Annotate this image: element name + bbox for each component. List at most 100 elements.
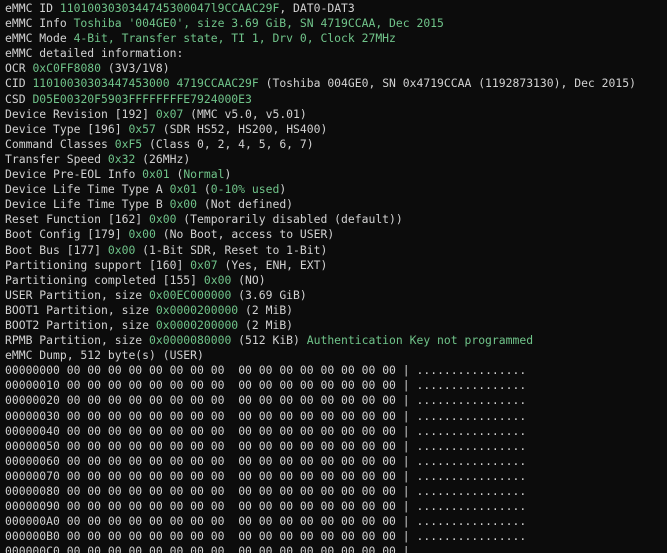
label-text: Command Classes	[5, 136, 115, 151]
output-line: eMMC ID 1101003030344745300047l9CCAAC29F…	[5, 1, 667, 16]
output-line: Device Life Time Type A 0x01 (0-10% used…	[5, 182, 667, 197]
label-text: BOOT2 Partition, size	[5, 317, 156, 332]
label-text: Device Revision [192]	[5, 106, 156, 121]
value-text: 0x00	[169, 197, 198, 212]
value-text: 0x32	[107, 151, 136, 166]
hex-dump-row: 00000070 00 00 00 00 00 00 00 00 00 00 0…	[5, 469, 667, 484]
value-text: 0x57	[128, 121, 156, 136]
label-text: Boot Config [179]	[5, 227, 129, 242]
output-line: eMMC Mode 4-Bit, Transfer state, TI 1, D…	[5, 31, 667, 46]
dump-bytes-right: 00 00 00 00 00 00 00 00	[238, 484, 396, 498]
dump-ascii: ................	[416, 453, 527, 468]
dump-bytes-left: 00 00 00 00 00 00 00 00	[66, 363, 225, 378]
hex-dump-row: 000000C0 00 00 00 00 00 00 00 00 00 00 0…	[5, 544, 667, 553]
hex-dump-row: 00000010 00 00 00 00 00 00 00 00 00 00 0…	[5, 378, 667, 393]
dump-bytes-left: 00 00 00 00 00 00 00 00	[66, 378, 225, 393]
label-text: CSD	[5, 91, 33, 106]
terminal-window[interactable]: eMMC ID 1101003030344745300047l9CCAAC29F…	[0, 0, 667, 553]
dump-bytes-right: 00 00 00 00 00 00 00 00	[238, 423, 396, 438]
value-text: 0x0000200000	[155, 317, 239, 332]
dump-offset: 00000020	[5, 393, 60, 408]
dump-separator: |	[402, 378, 410, 393]
value-text: 0xF5	[114, 136, 143, 151]
value-text: 0x00	[149, 212, 177, 227]
label-text: , DAT0-DAT3	[279, 1, 355, 15]
dump-ascii: ................	[416, 378, 527, 393]
dump-separator: |	[402, 363, 410, 378]
dump-bytes-right: 00 00 00 00 00 00 00 00	[238, 378, 396, 393]
label-text: Boot Bus [177]	[5, 242, 108, 257]
dump-offset: 00000090	[5, 499, 60, 514]
dump-separator: |	[402, 393, 410, 408]
output-line: Device Pre-EOL Info 0x01 (Normal)	[5, 167, 667, 182]
output-line: Device Revision [192] 0x07 (MMC v5.0, v5…	[5, 107, 667, 122]
value-text: 0xC0FF8080	[32, 61, 102, 76]
dump-separator: |	[402, 468, 410, 483]
dump-ascii: ................	[416, 484, 527, 498]
output-line: Device Type [196] 0x57 (SDR HS52, HS200,…	[5, 122, 667, 137]
output-line: Device Life Time Type B 0x00 (Not define…	[5, 197, 667, 212]
label-text: (2 MiB)	[238, 302, 294, 317]
output-line: Partitioning completed [155] 0x00 (NO)	[5, 273, 667, 288]
hex-dump-row: 00000040 00 00 00 00 00 00 00 00 00 00 0…	[5, 424, 667, 439]
dump-ascii: ................	[416, 468, 527, 483]
value-text: 1101003030344745300047l9CCAAC29F	[59, 1, 280, 15]
label-text: (Class 0, 2, 4, 5, 6, 7)	[142, 136, 314, 151]
dump-offset: 00000030	[5, 408, 60, 423]
dump-bytes-left: 00 00 00 00 00 00 00 00	[66, 499, 225, 514]
value-text: 11010030303447453000 4719CCAAC29F	[32, 76, 259, 91]
value-text: 4-Bit, Transfer state, TI 1, Drv 0, Cloc…	[73, 31, 396, 46]
label-text: )	[279, 182, 287, 197]
dump-ascii: ................	[416, 393, 527, 408]
label-text: eMMC Info	[5, 16, 74, 31]
output-line: BOOT2 Partition, size 0x0000200000 (2 Mi…	[5, 318, 667, 333]
dump-bytes-right: 00 00 00 00 00 00 00 00	[238, 438, 396, 453]
dump-ascii: ................	[416, 544, 527, 553]
dump-offset: 00000080	[5, 484, 60, 498]
value-text: 0x07	[155, 106, 184, 121]
label-text: (Toshiba 004GE0, SN 0x4719CCAA (11928731…	[258, 76, 636, 91]
dump-separator: |	[402, 453, 410, 468]
value-text: Authentication Key not programmed	[306, 333, 534, 348]
label-text: OCR	[5, 61, 33, 76]
output-line: Reset Function [162] 0x00 (Temporarily d…	[5, 212, 667, 227]
output-line: USER Partition, size 0x00EC000000 (3.69 …	[5, 288, 667, 303]
value-text: 0-10% used	[210, 182, 280, 197]
dump-separator: |	[402, 499, 410, 514]
label-text: Device Life Time Type A	[5, 182, 170, 197]
label-text: eMMC Dump, 512 byte(s) (USER)	[5, 348, 204, 363]
dump-ascii: ................	[416, 499, 527, 514]
dump-separator: |	[402, 438, 410, 453]
dump-bytes-left: 00 00 00 00 00 00 00 00	[66, 484, 225, 498]
hex-dump-row: 00000090 00 00 00 00 00 00 00 00 00 00 0…	[5, 499, 667, 514]
dump-ascii: ................	[416, 363, 527, 378]
label-text: RPMB Partition, size	[5, 333, 150, 348]
label-text: (	[169, 167, 184, 182]
dump-bytes-right: 00 00 00 00 00 00 00 00	[238, 363, 396, 378]
hex-dump-row: 00000030 00 00 00 00 00 00 00 00 00 00 0…	[5, 409, 667, 424]
output-line: Transfer Speed 0x32 (26MHz)	[5, 152, 667, 167]
value-text: 0x0000080000	[149, 333, 232, 348]
dump-bytes-right: 00 00 00 00 00 00 00 00	[238, 393, 396, 408]
hex-dump-row: 000000B0 00 00 00 00 00 00 00 00 00 00 0…	[5, 529, 667, 544]
dump-offset: 000000C0	[5, 544, 60, 553]
hex-dump-row: 00000000 00 00 00 00 00 00 00 00 00 00 0…	[5, 363, 667, 378]
hex-dump-row: 00000060 00 00 00 00 00 00 00 00 00 00 0…	[5, 454, 667, 469]
dump-ascii: ................	[416, 529, 527, 544]
label-text: Device Type [196]	[5, 121, 129, 136]
output-line: eMMC detailed information:	[5, 46, 667, 61]
output-line: Partitioning support [160] 0x07 (Yes, EN…	[5, 258, 667, 273]
output-line: CSD D05E00320F5903FFFFFFFFE7924000E3	[5, 92, 667, 107]
label-text: (SDR HS52, HS200, HS400)	[155, 121, 328, 136]
label-text: (1-Bit SDR, Reset to 1-Bit)	[135, 242, 328, 257]
dump-bytes-right: 00 00 00 00 00 00 00 00	[238, 499, 396, 514]
hex-dump-row: 00000080 00 00 00 00 00 00 00 00 00 00 0…	[5, 484, 667, 499]
label-text: eMMC detailed information:	[5, 46, 184, 61]
dump-separator: |	[402, 514, 410, 529]
value-text: 0x07	[190, 257, 218, 272]
label-text: (2 MiB)	[238, 317, 294, 332]
label-text: (MMC v5.0, v5.01)	[183, 106, 307, 121]
dump-bytes-left: 00 00 00 00 00 00 00 00	[66, 438, 225, 453]
dump-offset: 000000A0	[5, 514, 60, 529]
value-text: 0x01	[142, 167, 170, 182]
